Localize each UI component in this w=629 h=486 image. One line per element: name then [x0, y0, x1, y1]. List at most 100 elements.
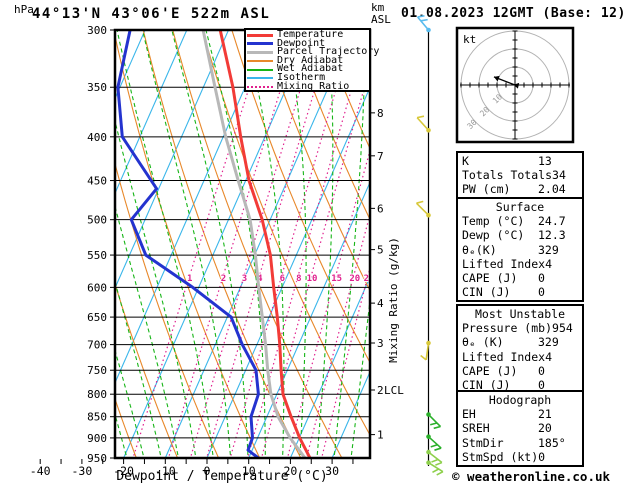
table-title: Surface: [495, 200, 545, 214]
mixing-ratio-value-label: 6: [280, 274, 285, 284]
mixing-ratio-axis-label: Mixing Ratio (g/kg): [387, 237, 400, 363]
table-title: Hodograph: [488, 393, 552, 407]
table-row-value: 34: [552, 168, 566, 183]
mixing-ratio-value-label: 2: [221, 274, 226, 284]
table-row-label: θₑ(K): [462, 242, 497, 257]
wet-adiabat-line: [115, 412, 128, 458]
table-row-label: K: [462, 154, 469, 168]
mixing-ratio-value-label: 8: [296, 274, 301, 284]
table-row-value: 2.04: [538, 182, 566, 197]
table-row: Pressure (mb) 954: [458, 321, 582, 335]
pressure-tick-label: 800: [87, 388, 107, 401]
isotherm-line: [0, 30, 62, 458]
wind-barb-staff: [416, 16, 430, 31]
surface-table: Surface Temp (°C) 24.7 Dewp (°C) 12.3 θₑ(K) 32…: [456, 197, 584, 303]
wind-barb-feather: [431, 458, 439, 463]
dry-adiabat-line: [583, 24, 629, 460]
dry-adiabat-line: [0, 24, 55, 460]
wind-barb-staff: [415, 202, 430, 216]
km-tick-label: 7: [377, 150, 384, 163]
wind-barb-feather: [416, 200, 424, 204]
temperature-axis-label: Dewpoint / Temperature (°C): [116, 469, 328, 484]
wind-barb-feather: [416, 115, 425, 119]
km-tick-label: 6: [377, 202, 384, 215]
wind-barb-feather: [436, 470, 444, 476]
legend-line-swatch: [247, 33, 273, 37]
table-row: Temp (°C) 24.7: [458, 214, 582, 228]
table-row-label: StmDir: [462, 435, 504, 450]
hodograph-table: Hodograph EH 21 SREH 20 StmDir 185° StmSpd (kt)…: [456, 390, 584, 467]
wind-barb-column: [415, 15, 444, 476]
legend-line-swatch: [247, 50, 273, 54]
table-row-value: 0: [538, 285, 545, 300]
table-row: CAPE (J) 0: [458, 271, 582, 285]
km-tick-label: 5: [377, 244, 384, 257]
table-row-value: 0: [538, 270, 545, 285]
pressure-tick-label: 550: [87, 249, 107, 262]
table-row-value: 954: [552, 321, 573, 336]
copyright-notice: © weatheronline.co.uk: [452, 469, 611, 484]
table-row-value: 4: [545, 256, 553, 271]
wet-adiabat-line: [171, 30, 249, 458]
table-row-label: PW (cm): [462, 182, 511, 197]
indices-table: K 13 Totals Totals 34 PW (cm) 2.04: [456, 151, 584, 200]
pressure-tick-label: 650: [87, 311, 107, 324]
table-row: StmSpd (kt) 0: [458, 450, 582, 464]
table-row-label: EH: [462, 407, 476, 422]
table-row-value: 24.7: [538, 214, 566, 229]
table-row-label: StmSpd (kt): [462, 449, 539, 464]
wet-adiabat-line: [116, 30, 214, 458]
legend-line-swatch: [247, 42, 273, 46]
mixing-ratio-line: [229, 35, 353, 458]
table-row-label: CIN (J): [462, 285, 511, 300]
wind-barb-feather: [430, 443, 438, 448]
km-tick-label: 4: [377, 297, 384, 310]
table-row-value: 21: [538, 407, 552, 422]
pressure-tick-label: 400: [87, 131, 107, 144]
table-row-value: 329: [538, 335, 559, 350]
isotherm-line: [0, 30, 20, 458]
table-row-label: Temp (°C): [462, 214, 525, 229]
mixing-ratio-value-label: 3: [242, 274, 247, 284]
table-row: θₑ(K) 329: [458, 243, 582, 257]
table-row-label: Lifted Index: [462, 256, 546, 271]
table-row: StmDir 185°: [458, 436, 582, 450]
table-row: Lifted Index 4: [458, 257, 582, 271]
pressure-tick-label: 750: [87, 364, 107, 377]
table-row: θₑ (K) 329: [458, 335, 582, 349]
pressure-tick-label: 700: [87, 339, 107, 352]
pressure-tick-label: 450: [87, 175, 107, 188]
most-unstable-table: Most Unstable Pressure (mb) 954 θₑ (K) 329 Li…: [456, 304, 584, 396]
hodograph-panel: 102030kt: [455, 26, 575, 144]
wind-barb-feather: [420, 354, 427, 361]
table-row-label: Pressure (mb): [462, 321, 553, 336]
table-row: Dewp (°C) 12.3: [458, 228, 582, 242]
pressure-tick-label: 850: [87, 411, 107, 424]
table-row-value: 0: [538, 449, 546, 464]
table-row-label: CAPE (J): [462, 270, 518, 285]
table-row: CAPE (J) 0: [458, 364, 582, 378]
wind-barb-feather: [435, 461, 443, 466]
pressure-tick-label: 500: [87, 214, 107, 227]
table-row-value: 13: [538, 154, 552, 168]
table-row-label: θₑ (K): [462, 335, 504, 350]
mixing-ratio-value-label: 20: [349, 274, 360, 284]
mixing-ratio-value-label: 15: [331, 274, 342, 284]
table-row: EH 21: [458, 407, 582, 421]
table-row-value: 329: [538, 242, 559, 257]
wet-adiabat-line: [141, 30, 232, 458]
pressure-tick-label: 600: [87, 281, 107, 294]
table-row-value: 0: [538, 363, 545, 378]
table-row-label: CAPE (J): [462, 363, 518, 378]
pressure-tick-label: 300: [87, 24, 107, 37]
skewt-screenshot: hPa 44°13'N 43°06'E 522m ASL km ASL 01.0…: [0, 0, 629, 486]
pressure-tick-label: 900: [87, 432, 107, 445]
legend-item-label: Mixing Ratio: [277, 80, 350, 92]
wind-barb-feather: [430, 422, 438, 426]
wet-adiabat-line: [0, 24, 94, 462]
lcl-label: LCL: [384, 384, 404, 397]
table-row: CIN (J) 0: [458, 285, 582, 299]
table-row: K 13: [458, 154, 582, 168]
table-row-label: Dewp (°C): [462, 228, 525, 243]
legend-item: Mixing Ratio: [247, 80, 369, 92]
